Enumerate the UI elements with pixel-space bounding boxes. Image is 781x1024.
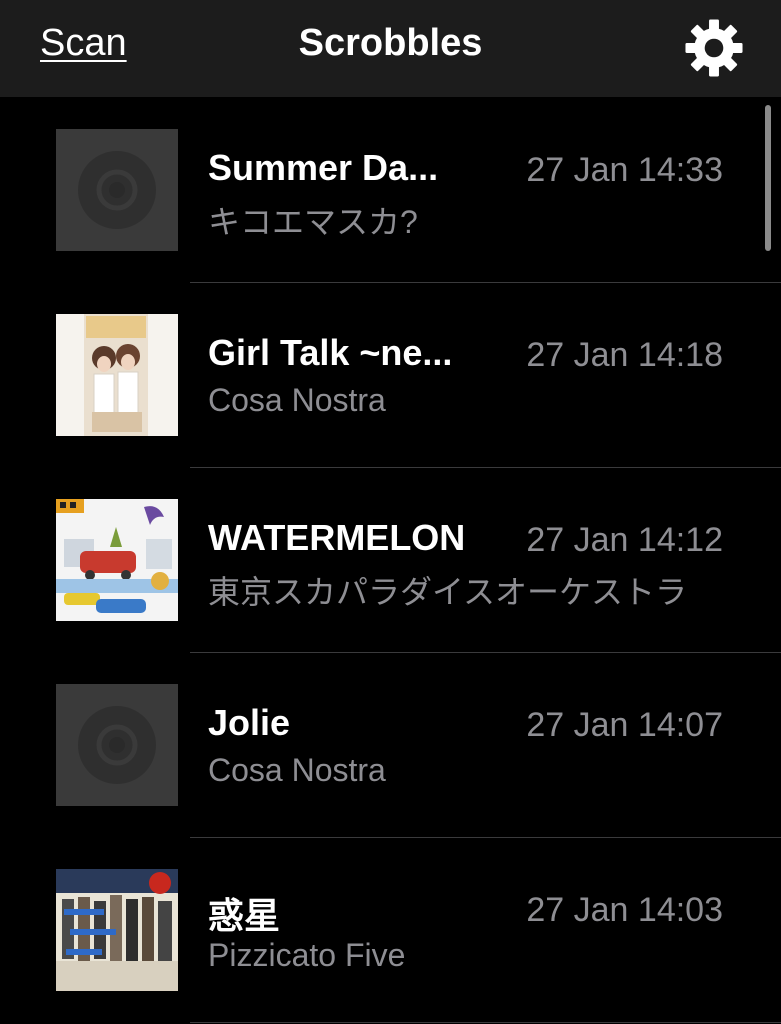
list-item[interactable]: Girl Talk ~ne... Cosa Nostra 27 Jan 14:1… (0, 282, 781, 467)
album-cover-image (56, 499, 178, 621)
disc-icon (56, 684, 178, 806)
list-item[interactable]: Jolie Cosa Nostra 27 Jan 14:07 (0, 652, 781, 837)
row-divider (190, 1022, 781, 1023)
album-art (56, 499, 178, 621)
album-art-placeholder (56, 684, 178, 806)
album-art (56, 869, 178, 991)
scrobble-time: 27 Jan 14:07 (526, 706, 723, 744)
track-title: Jolie (208, 702, 291, 743)
artist-name: 東京スカパラダイスオーケストラ (208, 574, 688, 610)
track-title: Girl Talk ~ne... (208, 332, 453, 373)
scrollbar[interactable] (765, 105, 771, 251)
track-title: Summer Da... (208, 147, 439, 188)
artist-name: Cosa Nostra (208, 752, 386, 788)
scrobble-list[interactable]: Summer Da... キコエマスカ? 27 Jan 14:33 Girl T… (0, 97, 781, 1024)
track-title: 惑星 (208, 895, 281, 936)
scrobble-time: 27 Jan 14:12 (526, 521, 723, 559)
artist-name: キコエマスカ? (208, 204, 418, 240)
artist-name: Pizzicato Five (208, 937, 406, 973)
gear-icon[interactable] (683, 17, 745, 79)
scrobble-time: 27 Jan 14:03 (526, 891, 723, 929)
list-item[interactable]: WATERMELON 東京スカパラダイスオーケストラ 27 Jan 14:12 (0, 467, 781, 652)
disc-icon (56, 129, 178, 251)
scrobble-time: 27 Jan 14:33 (526, 151, 723, 189)
list-item[interactable]: 惑星 Pizzicato Five 27 Jan 14:03 (0, 837, 781, 1022)
album-art-placeholder (56, 129, 178, 251)
album-cover-image (56, 869, 178, 991)
scrobble-time: 27 Jan 14:18 (526, 336, 723, 374)
list-item[interactable]: Summer Da... キコエマスカ? 27 Jan 14:33 (0, 97, 781, 282)
track-title: WATERMELON (208, 517, 466, 558)
page-title: Scrobbles (298, 22, 483, 64)
navigation-bar: Scan Scrobbles (0, 0, 781, 97)
artist-name: Cosa Nostra (208, 382, 386, 418)
album-cover-image (56, 314, 178, 436)
album-art (56, 314, 178, 436)
